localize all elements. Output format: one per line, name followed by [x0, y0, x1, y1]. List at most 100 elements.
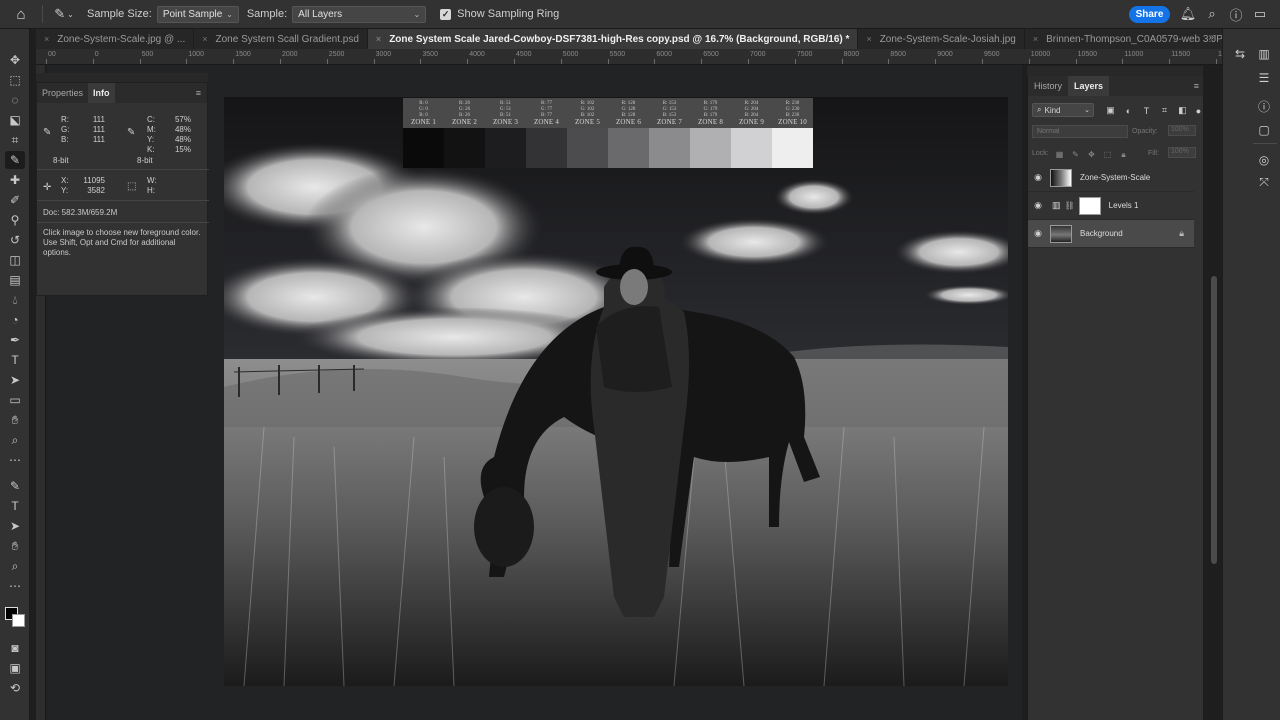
- panel-menu-icon[interactable]: ≡: [1194, 81, 1199, 91]
- layers-panel-header[interactable]: [1027, 66, 1203, 76]
- lock-all-icon[interactable]: 🔒︎: [1118, 149, 1129, 160]
- pixel-filter-icon[interactable]: ▣: [1104, 104, 1117, 117]
- properties-icon[interactable]: ☰: [1255, 69, 1273, 87]
- type-tool-icon[interactable]: T: [5, 351, 25, 369]
- horizontal-ruler[interactable]: 00 0 500 1000 1500 2000 2500 3000 3500 4000 4500 50…: [36, 49, 1222, 65]
- close-tab-icon[interactable]: ×: [202, 34, 207, 44]
- clone-stamp-tool-icon[interactable]: ⚲: [5, 211, 25, 229]
- libraries-icon[interactable]: ▥: [1255, 45, 1273, 63]
- eyedropper-icon[interactable]: ✎ ⌄: [49, 3, 79, 25]
- object-select-tool-icon[interactable]: ⬕: [5, 111, 25, 129]
- adjustment-filter-icon[interactable]: ◐: [1122, 104, 1135, 117]
- options-bar: ⌂ ✎ ⌄ Sample Size: Point Sample ⌄ Sample:…: [0, 0, 1280, 29]
- brush-tool-icon[interactable]: ✐: [5, 191, 25, 209]
- foreground-background-colors[interactable]: [5, 607, 27, 629]
- document-tab[interactable]: × Zone-System-Scale.jpg @ ...: [36, 29, 195, 49]
- layer-row[interactable]: ◉ Background 🔒︎: [1028, 220, 1194, 248]
- opacity-input[interactable]: 100%: [1168, 125, 1196, 136]
- info-panel-header[interactable]: [36, 73, 208, 82]
- dodge-tool-icon[interactable]: ◔: [5, 311, 25, 329]
- zone-label: ZONE 8: [697, 118, 724, 126]
- vertical-scrollbar[interactable]: [1211, 276, 1217, 564]
- type-filter-icon[interactable]: T: [1140, 104, 1153, 117]
- shape-tool-icon[interactable]: ▭: [5, 391, 25, 409]
- marquee-tool-icon[interactable]: ⬚: [5, 71, 25, 89]
- more-tabs-icon[interactable]: »: [1208, 32, 1214, 43]
- adjustments-icon[interactable]: ⇆: [1231, 45, 1249, 63]
- show-sampling-ring-checkbox[interactable]: ✓: [440, 8, 452, 20]
- document-tab[interactable]: × Zone System Scall Gradient.psd: [194, 29, 368, 49]
- help-icon[interactable]: ⓘ: [1227, 5, 1245, 23]
- paths-icon[interactable]: ⤧: [1255, 173, 1273, 191]
- share-for-review-icon[interactable]: ⟲: [5, 679, 25, 697]
- crop-tool-icon[interactable]: ⌗: [5, 131, 25, 149]
- document-tab[interactable]: × Brinnen-Thompson_C0A0579-web 3.JPG: [1025, 29, 1222, 49]
- ruler-tick: [92, 59, 94, 64]
- fill-input[interactable]: 100%: [1168, 147, 1196, 158]
- blur-tool-icon[interactable]: 💧︎: [5, 291, 25, 309]
- share-button[interactable]: Share: [1129, 6, 1170, 23]
- lock-transparent-icon[interactable]: ▦: [1054, 149, 1065, 160]
- history-icon[interactable]: ▢: [1255, 121, 1273, 139]
- eyedropper-tool-icon[interactable]: ✎: [5, 151, 25, 169]
- close-tab-icon[interactable]: ×: [866, 34, 871, 44]
- home-icon[interactable]: ⌂: [6, 0, 36, 29]
- layer-filter-kind[interactable]: ⌕ Kind ⌄: [1032, 103, 1094, 117]
- close-tab-icon[interactable]: ×: [1033, 34, 1038, 44]
- quick-mask-icon[interactable]: ◙: [5, 639, 25, 657]
- info-c-label: C:: [147, 115, 155, 124]
- sample-size-select[interactable]: Point Sample ⌄: [156, 5, 239, 23]
- sample-select[interactable]: All Layers ⌄: [292, 5, 427, 23]
- tab-layers[interactable]: Layers: [1068, 76, 1110, 96]
- info-x-value: 11095: [83, 176, 105, 185]
- edit-toolbar-icon[interactable]: ✎: [5, 477, 25, 495]
- search-icon[interactable]: ⌕: [1203, 5, 1221, 23]
- zoom-icon[interactable]: ⌕: [5, 557, 25, 575]
- history-brush-tool-icon[interactable]: ↺: [5, 231, 25, 249]
- blend-mode-select[interactable]: Normal: [1032, 125, 1128, 138]
- close-tab-icon[interactable]: ×: [376, 34, 381, 44]
- pen-tool-icon[interactable]: ✒: [5, 331, 25, 349]
- more-icon[interactable]: ⋯: [5, 577, 25, 595]
- smart-object-filter-icon[interactable]: ◧: [1176, 104, 1189, 117]
- type-vertical-icon[interactable]: T: [5, 497, 25, 515]
- tab-history[interactable]: History: [1028, 76, 1068, 96]
- close-tab-icon[interactable]: ×: [44, 34, 49, 44]
- channels-icon[interactable]: ◎: [1255, 151, 1273, 169]
- info-icon[interactable]: ⓘ: [1255, 97, 1273, 115]
- tab-properties[interactable]: Properties: [37, 83, 88, 103]
- zone-swatch: [772, 128, 813, 168]
- eye-icon[interactable]: ◉: [1028, 228, 1048, 239]
- lock-artboard-icon[interactable]: ⬚: [1102, 149, 1113, 160]
- filter-toggle-icon[interactable]: ●: [1192, 104, 1205, 117]
- path-selection-tool-icon[interactable]: ➤: [5, 371, 25, 389]
- layers-panel: History Layers ≡ ⌕ Kind ⌄ ▣ ◐ T ⌗ ◧ ● No…: [1027, 76, 1203, 720]
- bell-icon[interactable]: 🔔︎: [1179, 5, 1197, 23]
- lock-position-icon[interactable]: ✥: [1086, 149, 1097, 160]
- ruler-label: 5500: [609, 51, 626, 58]
- workspace-icon[interactable]: ▭: [1251, 5, 1269, 23]
- hand-icon[interactable]: ✋︎: [5, 537, 25, 555]
- shape-filter-icon[interactable]: ⌗: [1158, 104, 1171, 117]
- more-tools-icon[interactable]: ⋯: [5, 451, 25, 469]
- lasso-tool-icon[interactable]: ◌: [5, 91, 25, 109]
- eye-icon[interactable]: ◉: [1028, 172, 1048, 183]
- document-tab[interactable]: × Zone System Scale Jared-Cowboy-DSF7381-…: [367, 29, 859, 49]
- eraser-tool-icon[interactable]: ◫: [5, 251, 25, 269]
- lock-image-icon[interactable]: ✎: [1070, 149, 1081, 160]
- screen-mode-icon[interactable]: ▣: [5, 659, 25, 677]
- spot-healing-tool-icon[interactable]: ✚: [5, 171, 25, 189]
- eye-icon[interactable]: ◉: [1028, 200, 1048, 211]
- zoom-tool-icon[interactable]: ⌕: [5, 431, 25, 449]
- panel-menu-icon[interactable]: ≡: [196, 88, 201, 98]
- gradient-tool-icon[interactable]: ▤: [5, 271, 25, 289]
- move-tool-icon[interactable]: ✥: [5, 51, 25, 69]
- tab-info[interactable]: Info: [88, 83, 115, 103]
- document-tab[interactable]: × Zone-System-Scale-Josiah.jpg: [858, 29, 1025, 49]
- hand-tool-icon[interactable]: ✋︎: [5, 411, 25, 429]
- layer-row[interactable]: ◉ ▥ ⛓︎ Levels 1: [1028, 192, 1194, 220]
- select-arrow-icon[interactable]: ➤: [5, 517, 25, 535]
- document-image[interactable]: [224, 97, 1008, 686]
- layer-row[interactable]: ◉ Zone-System-Scale: [1028, 164, 1194, 192]
- background-color-swatch[interactable]: [12, 614, 25, 627]
